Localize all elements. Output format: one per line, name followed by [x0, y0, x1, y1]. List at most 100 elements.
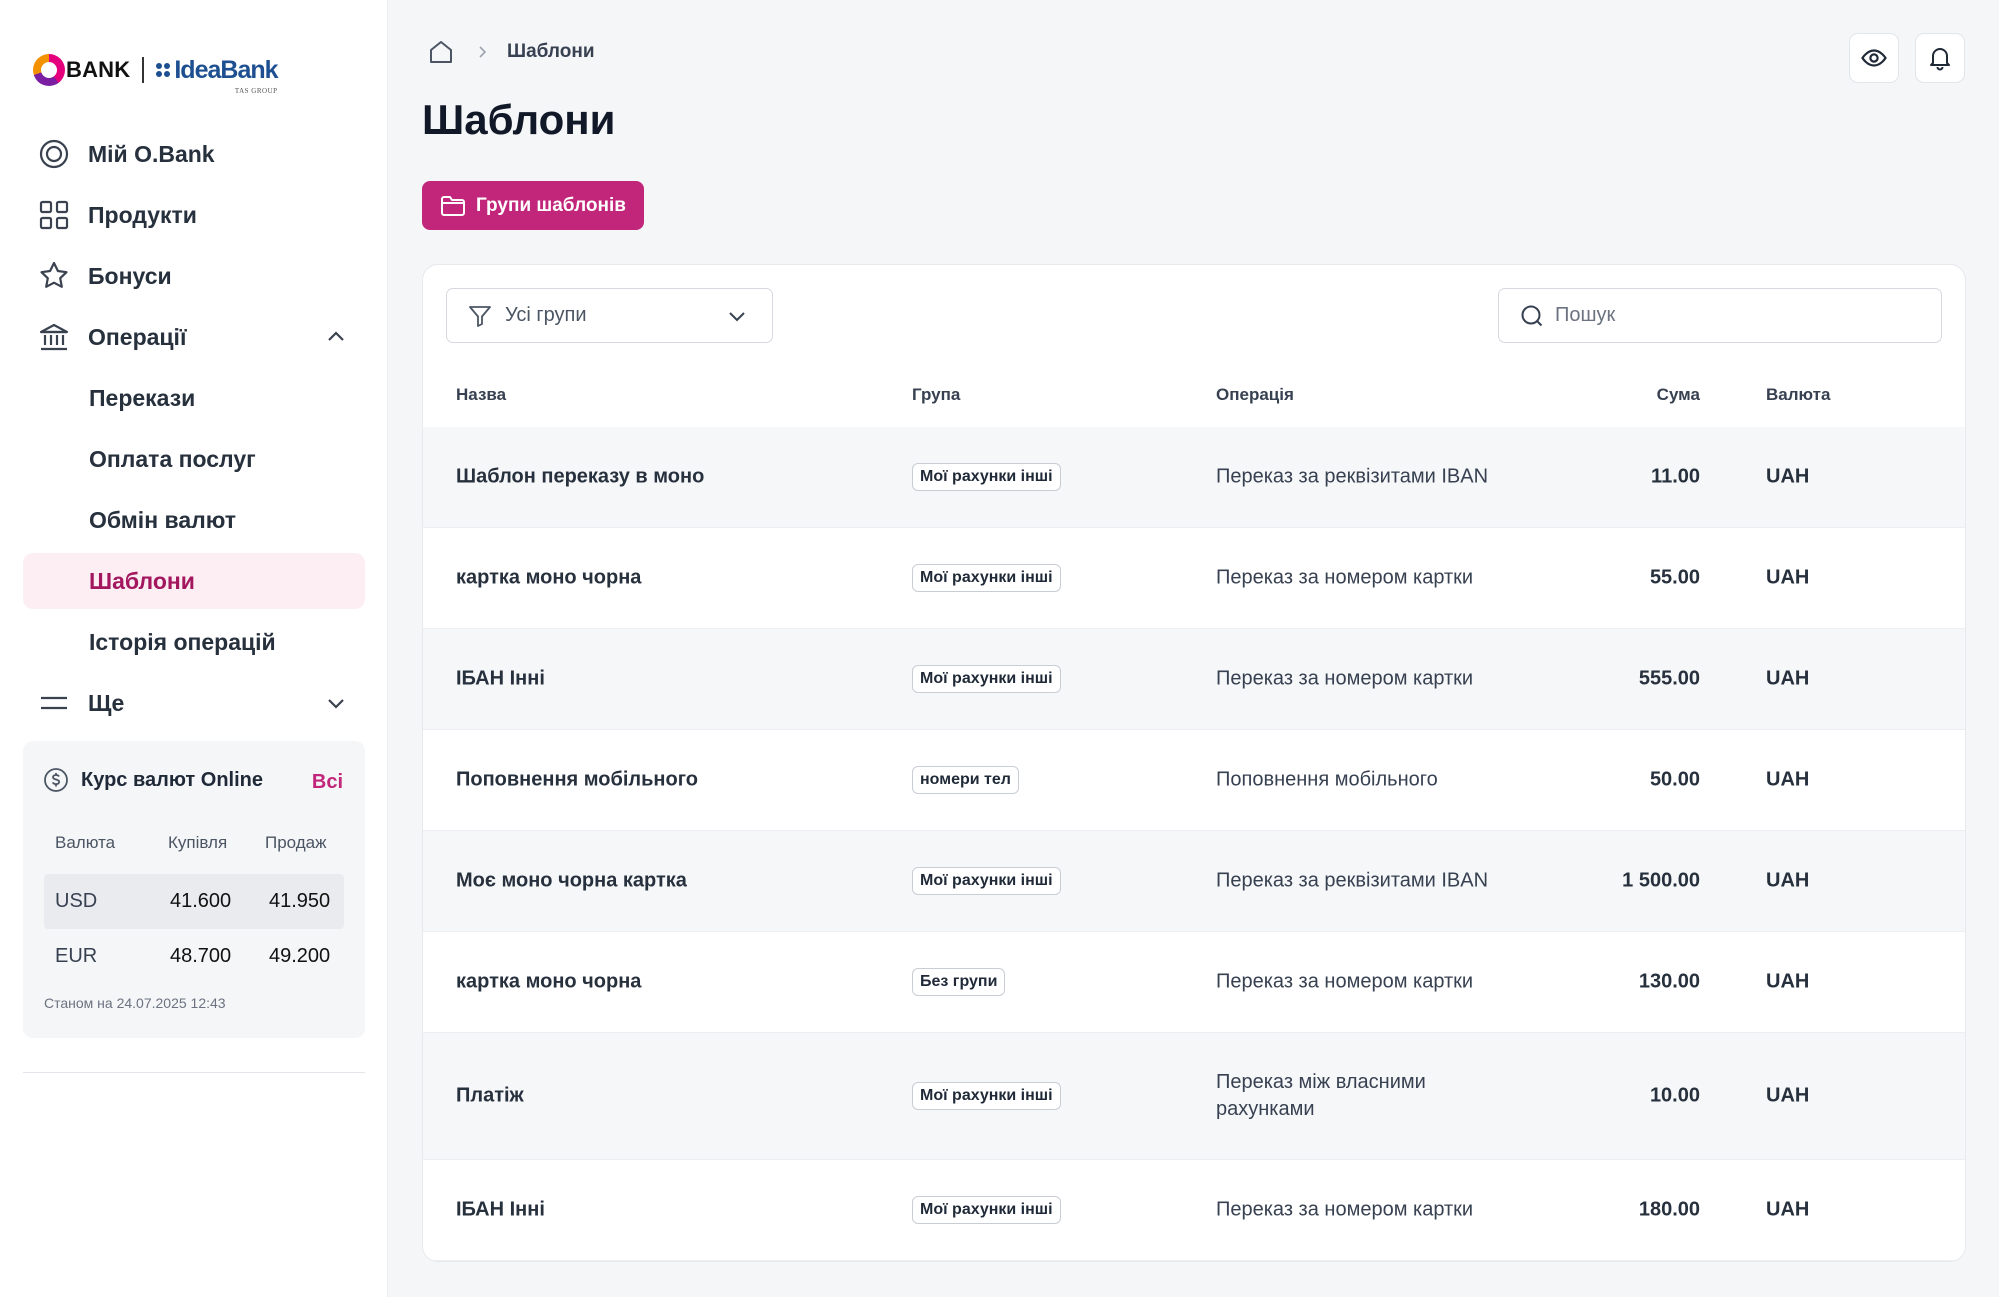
template-groups-button[interactable]: Групи шаблонів — [422, 181, 644, 230]
obank-logo-icon — [33, 54, 65, 86]
notifications-button[interactable] — [1915, 33, 1965, 83]
sidebar: BANK IdeaBank TAS GROUP Мій O.Bank Продук… — [0, 0, 388, 1297]
rates-col-buy: Купівля — [168, 833, 228, 852]
template-name: картка моно чорна — [456, 566, 642, 589]
template-sum: 50.00 — [1649, 768, 1700, 791]
col-header-operation[interactable]: Операція — [1216, 385, 1294, 405]
sidebar-item-templates[interactable]: Шаблони — [23, 553, 365, 609]
table-row[interactable]: картка моно чорна Мої рахунки інші Перек… — [423, 528, 1965, 629]
rates-header: Курс валют Online — [43, 767, 263, 793]
search-input[interactable] — [1555, 304, 1935, 327]
operation-type: Переказ за номером картки — [1216, 1198, 1474, 1221]
logo-ideabank-text: IdeaBank TAS GROUP — [174, 55, 278, 95]
template-sum: 10.00 — [1649, 1084, 1700, 1107]
rate-currency: USD — [55, 890, 98, 912]
table-row[interactable]: ІБАН Інні Мої рахунки інші Переказ за но… — [423, 629, 1965, 730]
search-icon — [1521, 305, 1543, 326]
templates-card: Усі групи Назва Група Операція Сума Валю… — [422, 264, 1966, 1262]
nav-item-bonuses[interactable]: Бонуси — [23, 248, 365, 304]
template-currency: UAH — [1766, 869, 1810, 892]
sidebar-item-transfers[interactable]: Перекази — [23, 370, 365, 426]
rate-buy: 41.600 — [170, 890, 232, 912]
rates-col-currency: Валюта — [55, 833, 116, 852]
group-filter-value: Усі групи — [505, 304, 587, 326]
group-badge: Мої рахунки інші — [912, 463, 1061, 491]
exchange-rates-widget: Курс валют Online Всі Валюта Купівля Про… — [23, 741, 365, 1038]
col-header-group[interactable]: Група — [912, 385, 960, 405]
chevron-up-icon[interactable] — [325, 326, 347, 348]
table-row[interactable]: Шаблон переказу в моно Мої рахунки інші … — [423, 427, 1965, 528]
rates-timestamp: Станом на 24.07.2025 12:43 — [44, 995, 226, 1011]
template-groups-label: Групи шаблонів — [476, 194, 626, 216]
nav-item-label: Операції — [88, 323, 187, 350]
table-row[interactable]: Поповнення мобільного номери тел Поповне… — [423, 730, 1965, 831]
rates-all-link[interactable]: Всі — [312, 771, 343, 794]
chevron-down-icon — [729, 312, 745, 322]
template-sum: 130.00 — [1638, 970, 1700, 993]
dollar-circle-icon — [44, 768, 68, 792]
visibility-button[interactable] — [1849, 33, 1899, 83]
operation-type: Переказ за реквізитами IBAN — [1216, 465, 1489, 488]
operation-type: Переказ за реквізитами IBAN — [1216, 869, 1489, 892]
nav-item-label: Ще — [88, 689, 125, 716]
chevron-right-icon — [479, 46, 487, 58]
rate-sell: 41.950 — [269, 890, 331, 912]
target-icon — [38, 138, 70, 170]
group-filter-dropdown[interactable]: Усі групи — [446, 288, 773, 343]
template-sum: 555.00 — [1638, 667, 1700, 690]
col-header-sum[interactable]: Сума — [1657, 385, 1700, 405]
col-header-name[interactable]: Назва — [456, 385, 506, 405]
col-header-currency[interactable]: Валюта — [1766, 385, 1830, 405]
home-icon[interactable] — [427, 38, 455, 66]
eye-icon — [1861, 49, 1887, 67]
template-name: ІБАН Інні — [456, 667, 545, 690]
logo-separator — [142, 57, 145, 83]
rate-row-eur: EUR 48.700 49.200 — [44, 929, 344, 984]
table-row[interactable]: ІБАН Інні Мої рахунки інші Переказ за но… — [423, 1160, 1965, 1261]
template-currency: UAH — [1766, 566, 1810, 589]
template-name: Шаблон переказу в моно — [456, 465, 705, 488]
breadcrumb: Шаблони — [427, 38, 595, 66]
breadcrumb-current: Шаблони — [507, 41, 595, 62]
group-badge: Мої рахунки інші — [912, 665, 1061, 693]
search-box[interactable] — [1498, 288, 1942, 343]
nav-item-products[interactable]: Продукти — [23, 187, 365, 243]
operation-type: Переказ за номером картки — [1216, 566, 1474, 589]
rates-title: Курс валют Online — [81, 768, 263, 791]
grid-icon — [38, 199, 70, 231]
rate-sell: 49.200 — [269, 945, 331, 967]
template-name: Поповнення мобільного — [456, 768, 699, 791]
template-name: ІБАН Інні — [456, 1198, 545, 1221]
group-badge: Мої рахунки інші — [912, 867, 1061, 895]
sidebar-item-payments[interactable]: Оплата послуг — [23, 431, 365, 487]
operation-type: Переказ між власними рахунками — [1216, 1071, 1426, 1120]
nav-item-label: Бонуси — [88, 262, 172, 289]
nav-item-label: Мій O.Bank — [88, 140, 215, 167]
sidebar-item-exchange[interactable]: Обмін валют — [23, 492, 365, 548]
sidebar-item-history[interactable]: Історія операцій — [23, 614, 365, 670]
table-row[interactable]: Платіж Мої рахунки інші Переказ між влас… — [423, 1033, 1965, 1160]
star-icon — [38, 260, 70, 292]
table-row[interactable]: картка моно чорна Без групи Переказ за н… — [423, 932, 1965, 1033]
template-currency: UAH — [1766, 1084, 1810, 1107]
chevron-down-icon[interactable] — [325, 692, 347, 714]
group-badge: номери тел — [912, 766, 1019, 794]
operation-type: Переказ за номером картки — [1216, 970, 1474, 993]
nav-item-my-obank[interactable]: Мій O.Bank — [23, 126, 365, 182]
bank-icon — [38, 321, 70, 353]
nav-item-label: Продукти — [88, 201, 197, 228]
group-badge: Мої рахунки інші — [912, 1082, 1061, 1110]
rate-currency: EUR — [55, 945, 98, 967]
operation-type: Переказ за номером картки — [1216, 667, 1474, 690]
table-row[interactable]: Моє моно чорна картка Мої рахунки інші П… — [423, 831, 1965, 932]
nav-item-more[interactable]: Ще — [23, 675, 365, 731]
template-name: Моє моно чорна картка — [456, 869, 687, 892]
bank-logo[interactable]: BANK IdeaBank TAS GROUP — [33, 50, 279, 95]
filter-icon — [469, 305, 491, 327]
group-badge: Мої рахунки інші — [912, 564, 1061, 592]
template-currency: UAH — [1766, 970, 1810, 993]
nav-item-operations[interactable]: Операції — [23, 309, 365, 365]
template-currency: UAH — [1766, 465, 1810, 488]
operation-type: Поповнення мобільного — [1216, 768, 1438, 791]
template-currency: UAH — [1766, 1198, 1810, 1221]
